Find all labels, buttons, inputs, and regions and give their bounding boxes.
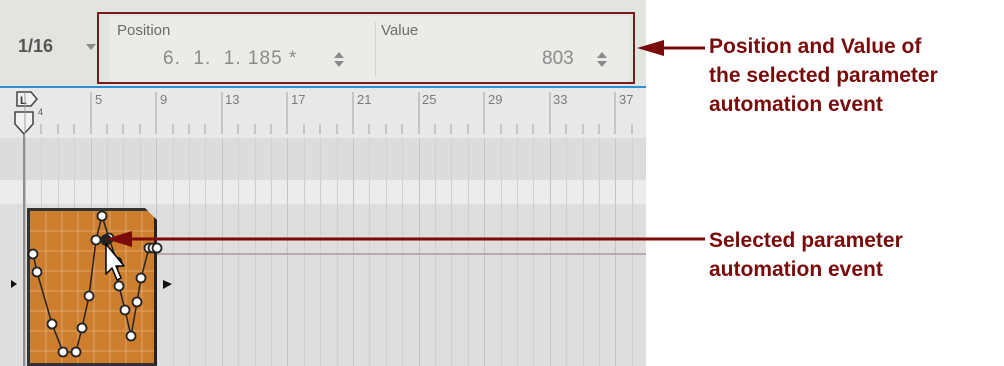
bottom-arrow-icon bbox=[106, 231, 705, 247]
callout-line: automation event bbox=[709, 258, 883, 281]
bottom-callout: Selected parameter automation event bbox=[709, 226, 903, 284]
callout-line: automation event bbox=[709, 93, 883, 116]
callout-line: Selected parameter bbox=[709, 229, 903, 252]
top-arrow-icon bbox=[637, 40, 705, 56]
callout-line: Position and Value of bbox=[709, 35, 922, 58]
top-callout: Position and Value of the selected param… bbox=[709, 32, 938, 119]
callout-line: the selected parameter bbox=[709, 64, 938, 87]
